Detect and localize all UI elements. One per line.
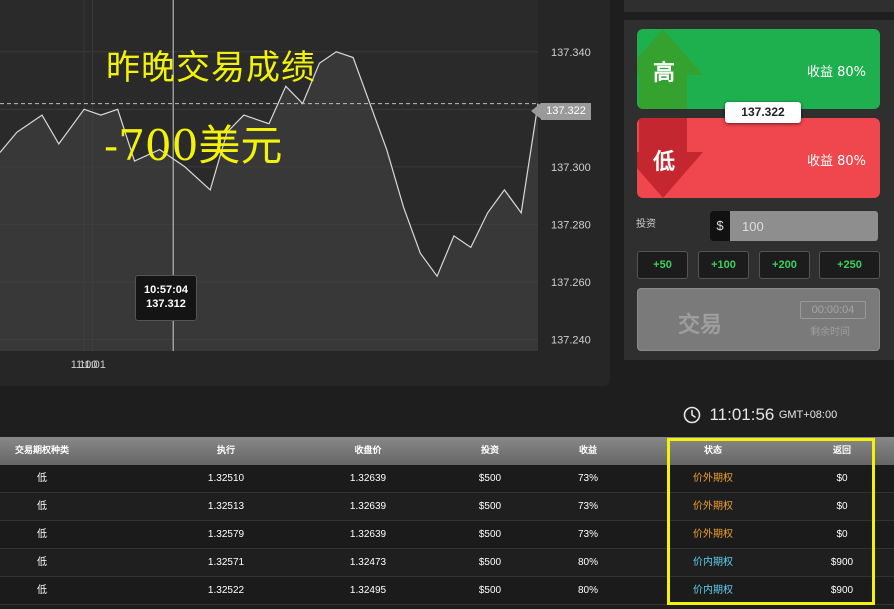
column-header[interactable]: 收盘价 [308, 437, 428, 465]
price-chart-panel[interactable]: 137.340137.320137.300137.280137.260137.2… [0, 0, 610, 386]
overlay-title: 昨晚交易成绩 [106, 48, 316, 88]
table-cell: $900 [830, 557, 854, 568]
table-row: 低 1.32510 1.32639 $500 73% 价外期权 $0 [0, 465, 894, 493]
low-payout: 收益 80% [806, 154, 866, 169]
table-cell: 73% [577, 473, 598, 484]
table-cell: $0 [836, 529, 848, 540]
crosshair-tooltip: 10:57:04 137.312 [135, 275, 197, 321]
table-cell: 1.32639 [349, 501, 387, 512]
high-label: 高 [653, 61, 676, 86]
tooltip-price: 137.312 [146, 298, 186, 310]
table-cell: $900 [830, 585, 854, 596]
table-cell: 73% [577, 529, 598, 540]
table-cell: 低 [37, 529, 47, 540]
table-cell: 价外期权 [693, 501, 733, 512]
low-button[interactable]: 低 收益 80% [637, 118, 880, 198]
add-200-button[interactable]: +200 [759, 251, 810, 279]
x-tick-label: 11:01 [79, 359, 106, 371]
overlay-amount: -700美元 [104, 121, 283, 170]
column-header[interactable]: 收益 [528, 437, 648, 465]
trade-panel: 高 收益 80% 低 收益 80% 137.322 投资 $ +50 +100 … [624, 20, 894, 360]
remaining-time-label: 剩余时间 [810, 327, 850, 338]
high-payout: 收益 80% [806, 65, 866, 80]
table-cell: 1.32522 [207, 585, 245, 596]
current-price-tag-value: 137.322 [541, 103, 591, 120]
add-100-button[interactable]: +100 [698, 251, 749, 279]
y-tick-label: 137.240 [551, 334, 591, 346]
table-cell: 80% [577, 585, 598, 596]
column-header[interactable]: 交易期权种类 [0, 437, 102, 465]
countdown-timer: 00:00:04 [800, 301, 866, 319]
table-cell: 1.32473 [349, 557, 387, 568]
table-cell: 低 [37, 501, 47, 512]
clock-icon [683, 406, 701, 424]
table-cell: 1.32513 [207, 501, 245, 512]
table-cell: 73% [577, 501, 598, 512]
clock-time: 11:01:56 [709, 405, 775, 424]
table-row: 低 1.32513 1.32639 $500 73% 价外期权 $0 [0, 493, 894, 521]
dollar-icon: $ [710, 211, 730, 241]
add-50-button[interactable]: +50 [637, 251, 688, 279]
y-tick-label: 137.280 [551, 219, 591, 231]
table-cell: 价内期权 [693, 557, 733, 568]
table-cell: 1.32571 [207, 557, 245, 568]
high-button[interactable]: 高 收益 80% [637, 29, 880, 109]
table-cell: $0 [836, 501, 848, 512]
table-cell: 低 [37, 585, 47, 596]
table-cell: 1.32639 [349, 473, 387, 484]
table-row: 低 1.32571 1.32473 $500 80% 价内期权 $900 [0, 549, 894, 577]
table-row: 低 1.32579 1.32639 $500 73% 价外期权 $0 [0, 521, 894, 549]
low-label: 低 [653, 150, 676, 175]
y-tick-label: 137.340 [551, 47, 591, 59]
server-clock: 11:01:56 GMT+08:00 [683, 405, 837, 425]
trade-label: 交易 [678, 313, 723, 338]
table-cell: 价内期权 [693, 585, 733, 596]
y-tick-label: 137.260 [551, 277, 591, 289]
table-cell: 低 [37, 473, 47, 484]
table-cell: 价外期权 [693, 473, 733, 484]
column-header[interactable]: 返回 [782, 437, 894, 465]
table-cell: 1.32639 [349, 529, 387, 540]
invest-label: 投资 [636, 219, 656, 230]
current-price-badge: 137.322 [725, 102, 801, 123]
add-250-button[interactable]: +250 [819, 251, 880, 279]
table-cell: 80% [577, 557, 598, 568]
top-strip [624, 0, 894, 12]
invest-field[interactable]: $ [710, 211, 878, 241]
column-header[interactable]: 状态 [653, 437, 773, 465]
invest-input[interactable] [730, 211, 878, 241]
table-cell: $0 [836, 473, 848, 484]
table-header: 交易期权种类 执行 收盘价 投资 收益 状态 返回 [0, 437, 894, 465]
table-row: 低 1.32522 1.32495 $500 80% 价内期权 $900 [0, 577, 894, 605]
current-price-tag: 137.322 [531, 103, 591, 120]
y-tick-label: 137.300 [551, 162, 591, 174]
table-cell: 低 [37, 557, 47, 568]
table-cell: 1.32495 [349, 585, 387, 596]
table-cell: 1.32510 [207, 473, 245, 484]
trade-button[interactable]: 交易 00:00:04 剩余时间 [637, 288, 880, 351]
clock-timezone: GMT+08:00 [778, 409, 838, 421]
column-header[interactable]: 执行 [166, 437, 286, 465]
tooltip-time: 10:57:04 [143, 284, 189, 296]
table-cell: 价外期权 [693, 529, 733, 540]
table-cell: 1.32579 [207, 529, 245, 540]
